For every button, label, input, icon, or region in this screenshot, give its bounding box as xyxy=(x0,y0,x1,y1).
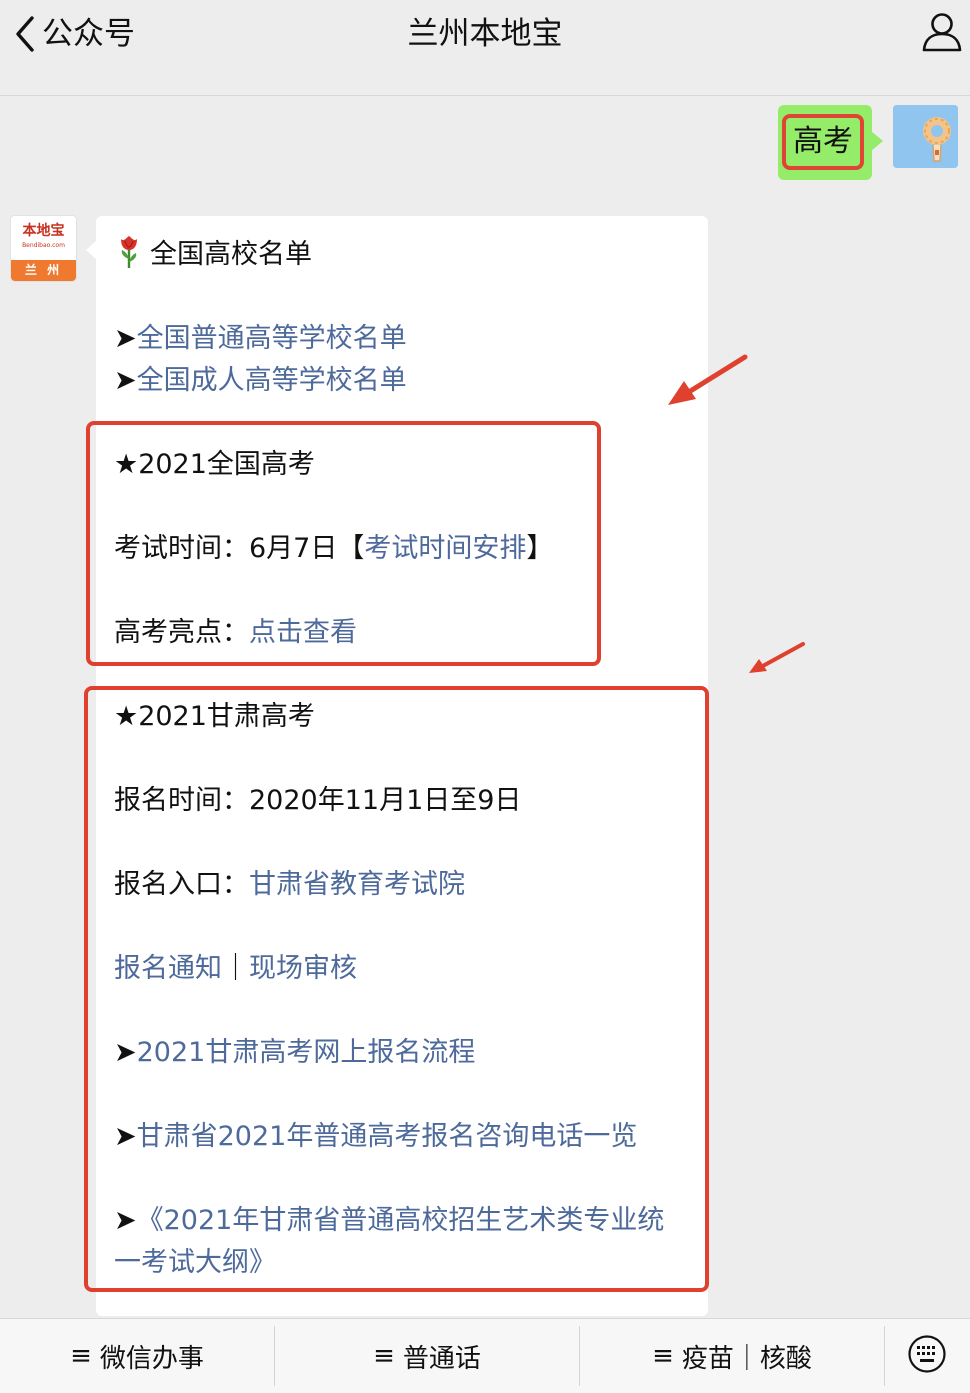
menu-lines-icon: ≡ xyxy=(652,1341,674,1371)
user-message-text: 高考 xyxy=(782,114,864,170)
national-highlights: 高考亮点：点击查看 xyxy=(114,617,357,648)
link-regular-schools[interactable]: 全国普通高等学校名单 xyxy=(137,323,407,354)
account-avatar[interactable]: 本地宝 Bendibao.com 兰 州 xyxy=(11,216,76,281)
link-exam-authority[interactable]: 甘肃省教育考试院 xyxy=(249,869,465,900)
link-online-signup-process[interactable]: 2021甘肃高考网上报名流程 xyxy=(137,1037,476,1068)
link-exam-schedule[interactable]: 考试时间安排 xyxy=(364,533,526,564)
link-art-exam-outline-cont[interactable]: 一考试大纲》 xyxy=(114,1247,276,1278)
menu-lines-icon: ≡ xyxy=(373,1341,395,1371)
menu-label: 疫苗｜核酸 xyxy=(681,1343,812,1374)
gansu-outline-row-2[interactable]: 一考试大纲》 xyxy=(114,1243,276,1283)
gansu-notice-row: 报名通知｜现场审核 xyxy=(114,953,357,984)
person-icon xyxy=(921,10,963,56)
menu-lines-icon: ≡ xyxy=(70,1341,92,1371)
link-hotline-list[interactable]: 甘肃省2021年普通高考报名咨询电话一览 xyxy=(137,1121,638,1152)
menu-mandarin[interactable]: ≡ 普通话 xyxy=(275,1319,579,1393)
menu-label: 普通话 xyxy=(402,1343,481,1374)
donut-icon xyxy=(893,105,958,168)
page-title: 兰州本地宝 xyxy=(407,16,563,52)
link-adult-schools[interactable]: 全国成人高等学校名单 xyxy=(137,365,407,396)
link-art-exam-outline[interactable]: 《2021年甘肃省普通高校招生艺术类专业统 xyxy=(137,1205,665,1236)
gansu-signup-entry: 报名入口：甘肃省教育考试院 xyxy=(114,869,465,900)
gansu-outline-row[interactable]: ➤《2021年甘肃省普通高校招生艺术类专业统 xyxy=(114,1201,664,1241)
bottom-menu-bar: ≡ 微信办事 ≡ 普通话 ≡ 疫苗｜核酸 xyxy=(0,1318,970,1393)
link-view-highlights[interactable]: 点击查看 xyxy=(249,617,357,648)
rose-icon xyxy=(114,235,144,269)
message-heading: 全国高校名单 xyxy=(114,235,312,275)
school-link-row[interactable]: ➤全国成人高等学校名单 xyxy=(114,361,407,401)
keyboard-toggle-button[interactable] xyxy=(885,1319,969,1393)
gansu-signup-time: 报名时间：2020年11月1日至9日 xyxy=(114,785,522,816)
menu-wechat-services[interactable]: ≡ 微信办事 xyxy=(0,1319,274,1393)
top-nav-bar: 公众号 兰州本地宝 xyxy=(0,0,970,96)
school-link-row[interactable]: ➤全国普通高等学校名单 xyxy=(114,319,407,359)
national-section-title: ★2021全国高考 xyxy=(114,449,315,480)
avatar-logo-text: 本地宝 xyxy=(22,223,65,239)
menu-vaccine-test[interactable]: ≡ 疫苗｜核酸 xyxy=(580,1319,884,1393)
national-exam-time: 考试时间：6月7日【考试时间安排】 xyxy=(114,533,554,564)
gansu-link-row[interactable]: ➤2021甘肃高考网上报名流程 xyxy=(114,1033,475,1073)
menu-label: 微信办事 xyxy=(99,1343,204,1374)
user-message-bubble[interactable]: 高考 xyxy=(778,105,883,180)
annotation-arrow-icon xyxy=(749,642,805,673)
link-onsite-review[interactable]: 现场审核 xyxy=(249,953,357,984)
profile-button[interactable] xyxy=(918,8,966,58)
keyboard-icon xyxy=(907,1334,947,1378)
avatar-city: 兰 州 xyxy=(11,260,76,281)
link-signup-notice[interactable]: 报名通知 xyxy=(114,953,222,984)
avatar-logo-sub: Bendibao.com xyxy=(22,242,65,249)
chat-area[interactable]: 高考 本地宝 Bendibao.com 兰 州 全国高校名单 ➤全国普通高等学校… xyxy=(0,96,970,1318)
gansu-link-row[interactable]: ➤甘肃省2021年普通高考报名咨询电话一览 xyxy=(114,1117,637,1157)
bot-message-bubble: 全国高校名单 ➤全国普通高等学校名单 ➤全国成人高等学校名单 ★2021全国高考… xyxy=(86,216,708,1316)
gansu-section-title: ★2021甘肃高考 xyxy=(114,701,315,732)
user-avatar[interactable] xyxy=(893,105,958,168)
